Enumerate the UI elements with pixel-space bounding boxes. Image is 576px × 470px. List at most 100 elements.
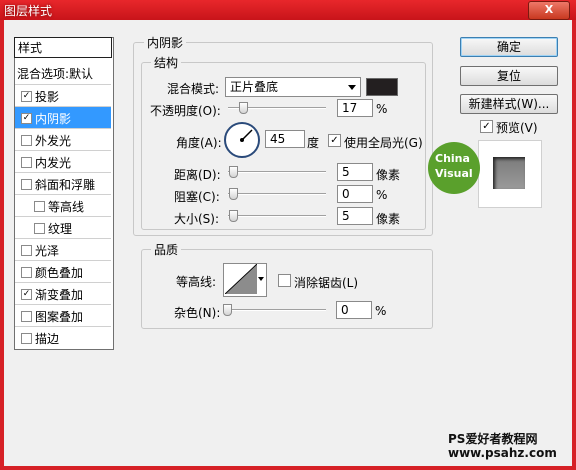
noise-slider-thumb[interactable] [223, 304, 232, 316]
preview-sample [493, 157, 525, 189]
sidebar-item[interactable]: 内发光 [15, 150, 111, 173]
window-title: 图层样式 [4, 4, 53, 18]
sidebar-item[interactable]: 描边 [15, 326, 111, 349]
sidebar-item-label: 渐变叠加 [35, 288, 84, 302]
sidebar-item-label: 光泽 [35, 244, 60, 258]
ok-button[interactable]: 确定 [460, 37, 558, 57]
quality-title: 品质 [151, 241, 182, 258]
sidebar-item-checkbox[interactable] [21, 245, 32, 256]
logo-text-line2: Visual [435, 167, 473, 180]
angle-label: 角度(A): [176, 136, 222, 150]
size-label: 大小(S): [174, 212, 220, 226]
sidebar-item-checkbox[interactable]: ✓ [21, 91, 32, 102]
global-light-label[interactable]: 使用全局光(G) [344, 134, 423, 151]
noise-input[interactable]: 0 [336, 301, 372, 319]
blend-mode-label: 混合模式: [167, 82, 220, 96]
angle-unit: 度 [307, 136, 320, 150]
opacity-slider-thumb[interactable] [239, 102, 248, 114]
shadow-color-swatch[interactable] [366, 78, 398, 96]
antialias-checkbox[interactable] [278, 274, 291, 287]
opacity-input[interactable]: 17 [337, 99, 373, 117]
styles-header[interactable]: 样式 [14, 37, 112, 58]
sidebar-item[interactable]: 等高线 [15, 194, 111, 217]
sidebar-item[interactable]: ✓ 投影 [15, 84, 111, 107]
choke-slider-track[interactable] [228, 193, 326, 195]
sidebar-item-checkbox[interactable] [34, 201, 45, 212]
styles-list: 样式 混合选项:默认 ✓ 投影 ✓ 内阴影 外发光 内发光 斜面和浮雕 等高线 纹理 光泽 颜色叠加… [14, 37, 114, 350]
check-icon: ✓ [482, 121, 491, 132]
structure-title: 结构 [151, 54, 182, 71]
sidebar-item-label: 内发光 [35, 156, 72, 170]
sidebar-item-label: 图案叠加 [35, 310, 84, 324]
choke-unit: % [376, 188, 388, 202]
close-button[interactable]: X [528, 1, 570, 20]
global-light-checkbox[interactable]: ✓ [328, 134, 341, 147]
blend-mode-select[interactable]: 正片叠底 [225, 77, 361, 97]
blend-mode-value: 正片叠底 [230, 80, 279, 94]
size-slider-track[interactable] [228, 215, 326, 217]
chevron-down-icon [348, 85, 356, 90]
sidebar-item[interactable]: 光泽 [15, 238, 111, 261]
size-unit: 像素 [376, 212, 401, 226]
sidebar-item-label: 颜色叠加 [35, 266, 84, 280]
choke-input[interactable]: 0 [337, 185, 373, 203]
new-style-button[interactable]: 新建样式(W)... [460, 94, 558, 114]
watermark-line2: www.psahz.com [448, 446, 557, 460]
sidebar-item-checkbox[interactable] [21, 157, 32, 168]
noise-label: 杂色(N): [174, 306, 221, 320]
sidebar-item-checkbox[interactable] [21, 311, 32, 322]
contour-linear-icon [225, 264, 257, 294]
reset-button[interactable]: 复位 [460, 66, 558, 86]
check-icon: ✓ [330, 135, 339, 146]
choke-slider-thumb[interactable] [229, 188, 238, 200]
angle-input[interactable]: 45 [265, 130, 305, 148]
sidebar-item-label: 描边 [35, 332, 60, 346]
size-slider-thumb[interactable] [229, 210, 238, 222]
contour-picker[interactable] [223, 263, 267, 297]
inner-shadow-title: 内阴影 [144, 34, 187, 51]
angle-dial[interactable] [224, 122, 260, 158]
distance-label: 距离(D): [174, 168, 221, 182]
sidebar-item-label: 内阴影 [35, 112, 72, 126]
sidebar-item-checkbox[interactable] [34, 223, 45, 234]
window-frame-right [572, 20, 576, 470]
sidebar-item[interactable]: 颜色叠加 [15, 260, 111, 283]
sidebar-item[interactable]: ✓ 渐变叠加 [15, 282, 111, 305]
sidebar-item[interactable]: 外发光 [15, 128, 111, 151]
sidebar-item-label: 纹理 [48, 222, 73, 236]
sidebar-item-checkbox[interactable] [21, 267, 32, 278]
watermark-line1: PS爱好者教程网 [448, 432, 538, 446]
distance-slider-track[interactable] [228, 171, 326, 173]
antialias-label[interactable]: 消除锯齿(L) [294, 274, 358, 291]
sidebar-item-checkbox[interactable] [21, 135, 32, 146]
noise-slider-track[interactable] [226, 309, 326, 311]
sidebar-item-label: 斜面和浮雕 [35, 178, 96, 192]
logo-text-line1: China [435, 152, 470, 165]
contour-label: 等高线: [176, 275, 217, 289]
preview-label[interactable]: 预览(V) [496, 119, 538, 136]
distance-slider-thumb[interactable] [229, 166, 238, 178]
sidebar-item-checkbox[interactable] [21, 179, 32, 190]
site-watermark: PS爱好者教程网 www.psahz.com [448, 432, 576, 460]
angle-needle-icon [240, 129, 253, 142]
chevron-down-icon [258, 277, 264, 281]
blend-options-item[interactable]: 混合选项:默认 [17, 65, 93, 82]
sidebar-item[interactable]: 斜面和浮雕 [15, 172, 111, 195]
sidebar-item-checkbox[interactable]: ✓ [21, 113, 32, 124]
choke-label: 阻塞(C): [174, 190, 220, 204]
sidebar-item[interactable]: ✓ 内阴影 [15, 106, 111, 129]
noise-unit: % [375, 304, 387, 318]
sidebar-item[interactable]: 图案叠加 [15, 304, 111, 327]
sidebar-item-checkbox[interactable] [21, 333, 32, 344]
sidebar-item-label: 外发光 [35, 134, 72, 148]
sidebar-item[interactable]: 纹理 [15, 216, 111, 239]
title-bar: 图层样式 X [0, 0, 576, 20]
sidebar-item-label: 投影 [35, 90, 60, 104]
sidebar-item-label: 等高线 [48, 200, 85, 214]
size-input[interactable]: 5 [337, 207, 373, 225]
window-frame-bottom [0, 466, 576, 470]
sidebar-item-checkbox[interactable]: ✓ [21, 289, 32, 300]
preview-checkbox[interactable]: ✓ [480, 120, 493, 133]
opacity-label: 不透明度(O): [150, 104, 221, 118]
distance-input[interactable]: 5 [337, 163, 373, 181]
